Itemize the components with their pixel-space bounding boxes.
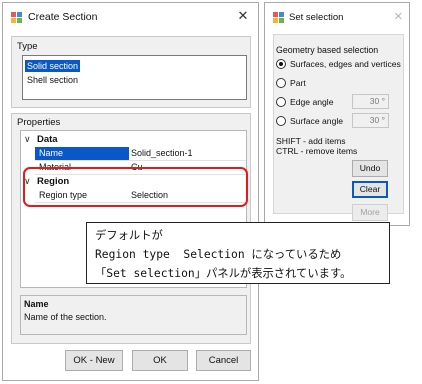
category-label: Data: [37, 134, 58, 145]
property-value[interactable]: Solid_section-1: [129, 147, 246, 160]
ok-new-button[interactable]: OK - New: [65, 350, 123, 371]
create-section-titlebar[interactable]: Create Section ✕: [3, 3, 258, 31]
radio-icon[interactable]: [276, 97, 286, 107]
property-name: Name: [35, 147, 129, 160]
annotation-line: デフォルトが: [95, 229, 163, 242]
edge-angle-field[interactable]: 30 °: [352, 94, 389, 109]
more-button[interactable]: More: [352, 204, 388, 221]
close-icon[interactable]: ✕: [394, 10, 403, 23]
radio-icon[interactable]: [276, 116, 286, 126]
radio-part[interactable]: Part: [276, 77, 336, 91]
set-selection-title: Set selection: [289, 12, 344, 23]
radio-label: Edge angle: [290, 97, 334, 107]
close-icon[interactable]: ✕: [234, 7, 252, 25]
radio-edge-angle[interactable]: Edge angle: [276, 96, 346, 110]
radio-surface-angle[interactable]: Surface angle: [276, 115, 351, 129]
annotation-line: Region type Selection になっているため: [95, 248, 342, 261]
annotation-callout: デフォルトが Region type Selection になっているため 「S…: [86, 222, 390, 284]
app-icon: [11, 12, 23, 24]
annotation-line: 「Set selection」パネルが表示されています。: [95, 267, 352, 280]
hint-shift: SHIFT - add items: [276, 136, 346, 146]
radio-icon[interactable]: [276, 59, 286, 69]
category-data[interactable]: ∨ Data: [21, 133, 246, 147]
cancel-button[interactable]: Cancel: [196, 350, 251, 371]
property-row-name[interactable]: Name Solid_section-1: [21, 147, 246, 161]
type-item-shell-section[interactable]: Shell section: [25, 74, 80, 86]
description-text: Name of the section.: [24, 312, 107, 322]
radio-label: Surface angle: [290, 116, 344, 126]
description-title: Name: [24, 299, 49, 309]
surface-angle-field[interactable]: 30 °: [352, 113, 389, 128]
region-highlight-box: [23, 167, 248, 207]
clear-button[interactable]: Clear: [352, 181, 388, 198]
app-icon: [273, 12, 285, 24]
chevron-down-icon[interactable]: ∨: [24, 134, 31, 145]
dialog-title: Create Section: [28, 11, 98, 23]
group-label: Geometry based selection: [276, 45, 379, 55]
radio-label: Part: [290, 78, 306, 88]
set-selection-dialog: Set selection ✕ Geometry based selection…: [264, 2, 410, 226]
hint-ctrl: CTRL - remove items: [276, 146, 358, 156]
description-box: Name Name of the section.: [20, 295, 247, 335]
undo-button[interactable]: Undo: [352, 160, 388, 177]
type-list[interactable]: Solid section Shell section: [22, 55, 247, 100]
properties-panel-title: Properties: [17, 117, 61, 128]
radio-surfaces-edges-vertices[interactable]: Surfaces, edges and vertices: [276, 58, 406, 72]
type-item-solid-section[interactable]: Solid section: [25, 60, 81, 72]
type-panel-title: Type: [17, 41, 38, 52]
ok-button[interactable]: OK: [132, 350, 188, 371]
radio-label: Surfaces, edges and vertices: [290, 59, 401, 69]
radio-icon[interactable]: [276, 78, 286, 88]
